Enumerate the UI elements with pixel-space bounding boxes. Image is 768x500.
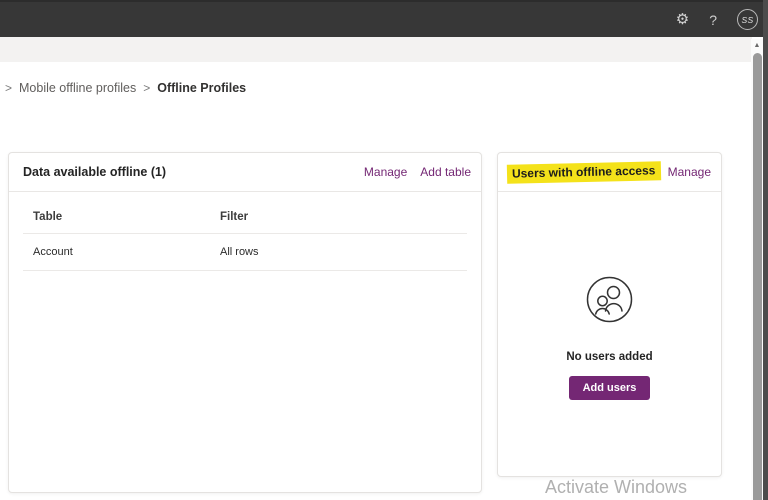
cell-table-name: Account: [33, 246, 73, 258]
add-table-link[interactable]: Add table: [420, 165, 471, 179]
users-empty-state: No users added Add users: [498, 192, 721, 400]
cell-filter-value: All rows: [220, 246, 259, 258]
add-users-button[interactable]: Add users: [568, 376, 651, 400]
column-header-filter: Filter: [220, 211, 249, 223]
breadcrumb-item-mobile-offline-profiles[interactable]: Mobile offline profiles: [19, 81, 136, 95]
people-icon: [586, 276, 633, 328]
users-card-title-highlighted: Users with offline access: [506, 160, 662, 184]
activate-windows-watermark: Activate Windows: [545, 477, 688, 497]
offline-tables-table: Table Filter Account All rows: [23, 192, 467, 271]
table-row[interactable]: Account All rows: [23, 234, 467, 271]
users-card-header: Users with offline access Manage: [498, 153, 721, 192]
avatar[interactable]: SS: [737, 9, 758, 30]
window-right-edge: [763, 0, 768, 500]
breadcrumb-item-offline-profiles: Offline Profiles: [157, 81, 247, 95]
help-icon[interactable]: ?: [709, 13, 717, 27]
users-offline-access-card: Users with offline access Manage No user…: [497, 152, 722, 477]
header-subband: [0, 37, 752, 62]
settings-gear-icon[interactable]: ⚙: [676, 12, 689, 27]
table-header-row: Table Filter: [23, 192, 467, 234]
data-card-title: Data available offline (1): [23, 165, 167, 179]
chevron-right-icon: >: [143, 81, 151, 95]
column-header-table: Table: [33, 211, 63, 223]
breadcrumb: > Mobile offline profiles > Offline Prof…: [5, 81, 246, 95]
vertical-scrollbar-thumb[interactable]: [753, 53, 762, 500]
top-bar: ⚙ ? SS: [0, 0, 768, 37]
manage-tables-link[interactable]: Manage: [364, 165, 407, 179]
data-available-offline-card: Data available offline (1) Manage Add ta…: [8, 152, 482, 493]
scroll-up-icon[interactable]: ▲: [751, 42, 763, 49]
data-card-header: Data available offline (1) Manage Add ta…: [9, 153, 481, 192]
chevron-right-icon: >: [5, 81, 13, 95]
no-users-message: No users added: [566, 351, 653, 363]
manage-users-link[interactable]: Manage: [668, 165, 711, 179]
